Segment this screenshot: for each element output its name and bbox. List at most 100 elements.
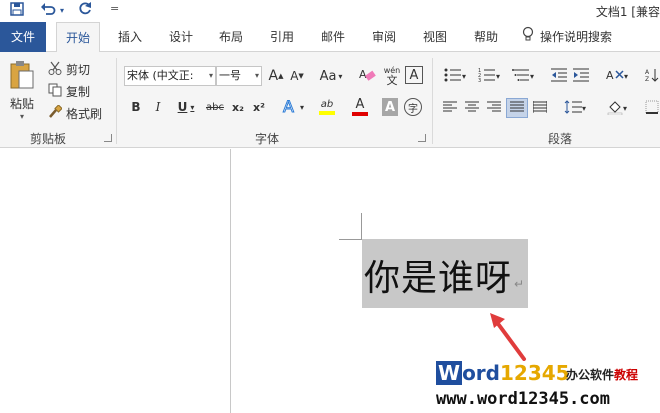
chevron-down-icon: ▾	[623, 71, 628, 81]
tab-design[interactable]: 设计	[159, 22, 203, 52]
grow-font-button[interactable]: A ▲	[267, 67, 285, 85]
lightbulb-icon	[522, 23, 534, 53]
sort-icon: AZ	[645, 68, 659, 85]
font-color-button[interactable]: A	[346, 96, 374, 118]
borders-button[interactable]	[644, 98, 660, 118]
distributed-button[interactable]	[530, 98, 550, 118]
sort-button[interactable]: AZ	[644, 66, 660, 86]
undo-icon[interactable]	[40, 2, 56, 20]
clipboard-icon	[9, 60, 35, 93]
superscript-button[interactable]: x²	[250, 98, 268, 116]
format-painter-label: 格式刷	[66, 106, 103, 121]
phonetic-guide-button[interactable]: wén 文	[382, 64, 402, 88]
underline-button[interactable]: U ▾	[172, 98, 200, 116]
watermark-num: 12345	[499, 361, 570, 385]
paste-button[interactable]: 粘贴 ▾	[6, 58, 38, 122]
chinese-layout-icon: A	[606, 68, 624, 85]
bold-button[interactable]: B	[128, 98, 144, 116]
italic-button[interactable]: I	[150, 98, 166, 116]
font-name-value: 宋体 (中文正:	[127, 69, 194, 82]
paint-bucket-icon	[607, 99, 623, 118]
clear-formatting-button[interactable]: A	[358, 66, 378, 86]
subscript-button[interactable]: x₂	[229, 98, 247, 116]
character-border-label: A	[409, 67, 419, 83]
svg-text:A: A	[359, 68, 367, 81]
customize-quick-access[interactable]: =	[110, 2, 119, 15]
highlight-label: ab	[320, 99, 334, 110]
numbering-button[interactable]: 1 2 3 ▾	[474, 66, 504, 86]
format-painter-button[interactable]: 格式刷	[48, 103, 103, 122]
grow-font-label: A	[268, 68, 279, 84]
copy-label: 复制	[66, 84, 91, 99]
watermark-subtitle: 办公软件教程	[566, 366, 638, 383]
numbering-icon: 123	[478, 68, 496, 85]
align-left-button[interactable]	[440, 98, 460, 118]
superscript-label: x²	[253, 100, 265, 114]
copy-button[interactable]: 复制	[48, 82, 90, 100]
bold-label: B	[131, 100, 141, 114]
tab-review[interactable]: 审阅	[362, 22, 406, 52]
align-left-icon	[443, 101, 457, 116]
chinese-layout-button[interactable]: A ▾	[602, 66, 632, 86]
bullets-button[interactable]: ▾	[440, 66, 470, 86]
chevron-down-icon: ▾	[338, 71, 343, 81]
tab-mailings[interactable]: 邮件	[311, 22, 355, 52]
enclose-characters-label: 字	[408, 103, 418, 115]
underline-label: U	[177, 100, 188, 114]
align-center-icon	[465, 101, 479, 116]
justify-button[interactable]	[506, 98, 528, 118]
undo-dropdown-icon[interactable]: ▾	[60, 6, 64, 15]
redo-icon[interactable]	[78, 2, 92, 20]
strikethrough-button[interactable]: abc	[204, 98, 226, 116]
shrink-font-button[interactable]: A ▼	[288, 67, 306, 85]
paragraph-mark: ↵	[514, 277, 525, 291]
character-border-button[interactable]: A	[405, 66, 423, 84]
align-center-button[interactable]	[462, 98, 482, 118]
watermark-sub1: 办公软件	[566, 368, 615, 382]
distributed-icon	[532, 100, 548, 116]
tab-file[interactable]: 文件	[0, 22, 46, 52]
line-spacing-button[interactable]: ▾	[560, 98, 590, 118]
clipboard-dialog-launcher[interactable]	[104, 134, 112, 142]
increase-indent-button[interactable]	[572, 66, 590, 86]
chevron-down-icon: ▾	[495, 71, 500, 81]
justify-icon	[510, 101, 524, 116]
eraser-icon: A	[359, 67, 377, 86]
tell-me-search[interactable]: 操作说明搜索	[522, 22, 632, 52]
change-case-button[interactable]: Aa ▾	[316, 67, 346, 85]
multilevel-list-button[interactable]: ▾	[508, 66, 538, 86]
window-title: 文档1 [兼容	[595, 5, 660, 19]
tab-insert[interactable]: 插入	[108, 22, 152, 52]
change-case-label: Aa	[319, 68, 337, 84]
character-shading-button[interactable]: A	[382, 98, 398, 116]
text-effects-button[interactable]: A ▾	[278, 96, 308, 117]
svg-text:A: A	[283, 97, 294, 115]
annotation-arrow	[488, 311, 532, 364]
svg-text:A: A	[645, 69, 650, 76]
tab-home[interactable]: 开始	[56, 22, 100, 53]
font-color-label: A	[355, 97, 365, 112]
line-spacing-icon	[564, 99, 582, 117]
font-size-combo[interactable]: 一号 ▾	[216, 66, 262, 86]
document-text[interactable]: 你是谁呀	[364, 249, 512, 301]
group-separator	[116, 58, 117, 144]
decrease-indent-button[interactable]	[550, 66, 568, 86]
shading-button[interactable]: ▾	[602, 98, 632, 118]
tab-view[interactable]: 视图	[413, 22, 457, 52]
font-color-swatch	[352, 112, 368, 116]
tab-layout[interactable]: 布局	[209, 22, 253, 52]
document-canvas[interactable]: 你是谁呀 ↵ Word12345 办公软件教程 www.word12345.co…	[0, 149, 660, 413]
save-icon[interactable]	[10, 2, 24, 20]
font-name-combo[interactable]: 宋体 (中文正: ▾	[124, 66, 216, 86]
highlight-color-button[interactable]: ab	[312, 96, 342, 118]
chevron-down-icon: ▾	[254, 71, 259, 80]
chevron-down-icon: ▾	[208, 71, 213, 80]
tab-references[interactable]: 引用	[260, 22, 304, 52]
font-dialog-launcher[interactable]	[418, 134, 426, 142]
tab-help[interactable]: 帮助	[464, 22, 508, 52]
enclose-characters-button[interactable]: 字	[404, 98, 422, 116]
font-size-value: 一号	[219, 69, 241, 82]
cut-button[interactable]: 剪切	[48, 60, 90, 78]
chevron-down-icon: ▾	[622, 103, 627, 113]
align-right-button[interactable]	[484, 98, 504, 118]
